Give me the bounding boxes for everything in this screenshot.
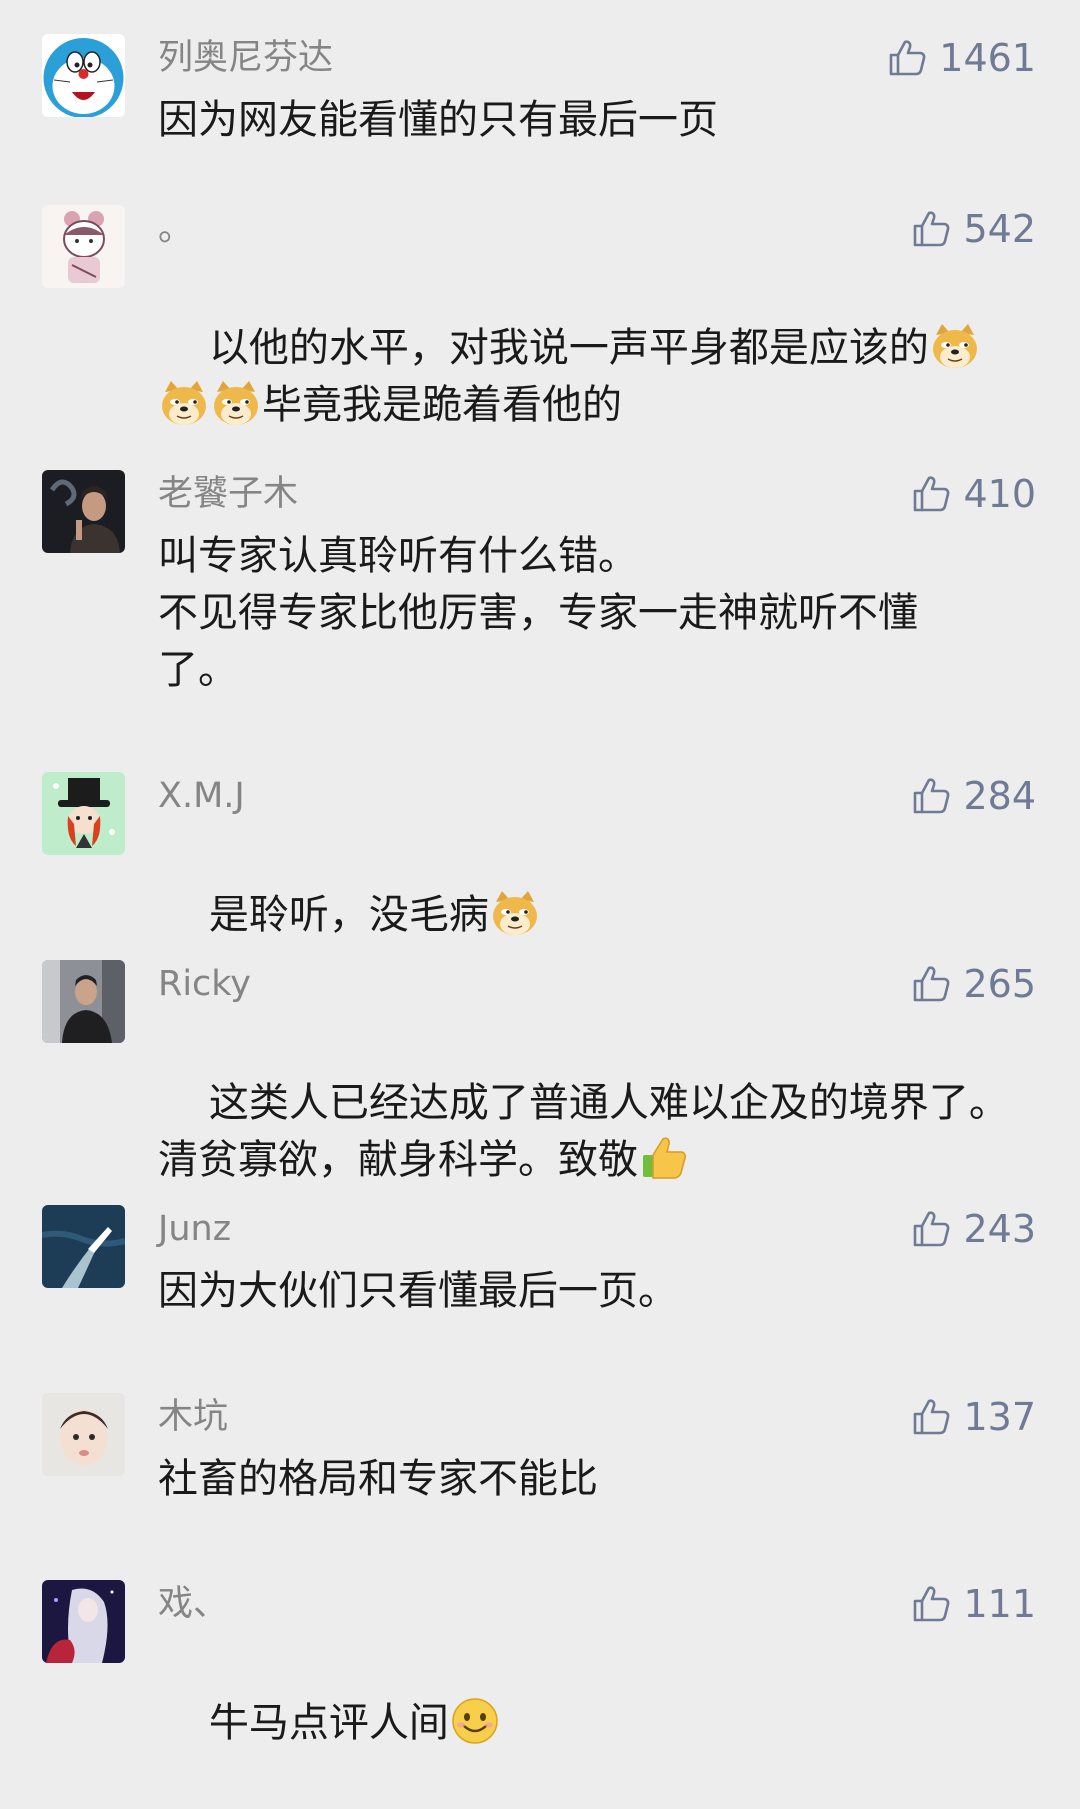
comment-text: 因为大伙们只看懂最后一页。 [158, 1268, 678, 1314]
thumbs-up-emoji [639, 1133, 689, 1183]
doraemon-avatar[interactable] [42, 34, 125, 117]
like-button[interactable]: 265 [911, 960, 1036, 1008]
comment-username[interactable]: 木坑 [158, 1395, 228, 1439]
comment-username[interactable]: 列奥尼芬达 [158, 36, 333, 80]
comment-text: 社畜的格局和专家不能比 [158, 1456, 598, 1502]
comment-username[interactable]: X.M.J [158, 774, 245, 818]
comment-text-line: 毕竟我是跪着看他的 [262, 382, 622, 428]
like-count: 111 [963, 1582, 1036, 1626]
man-photo-avatar[interactable] [42, 960, 125, 1043]
comment-text-line: 以他的水平，对我说一声平身都是应该的 [208, 325, 929, 371]
doge-emoji [159, 378, 209, 428]
boat-avatar[interactable] [42, 1205, 125, 1288]
comment-username[interactable]: Junz [158, 1207, 231, 1251]
thumbs-up-icon [911, 1584, 951, 1624]
comment-text: 是聆听，没毛病 [158, 830, 1038, 1001]
like-count: 265 [963, 962, 1036, 1006]
comment-text: 这类人已经达成了普通人难以企及的境界了。清贫寡欲，献身科学。致敬 [158, 1018, 1038, 1246]
smoking-man-avatar[interactable] [42, 470, 125, 553]
like-button[interactable]: 243 [911, 1205, 1036, 1253]
thumbs-up-icon [887, 38, 927, 78]
like-count: 284 [963, 774, 1036, 818]
like-button[interactable]: 410 [911, 470, 1036, 518]
thumbs-up-icon [911, 474, 951, 514]
doge-emoji [490, 888, 540, 938]
comment-username[interactable]: Ricky [158, 962, 251, 1006]
like-count: 542 [963, 207, 1036, 251]
cartoon-girl-avatar[interactable] [42, 205, 125, 288]
comment-text-line: 牛马点评人间 [208, 1700, 449, 1746]
comment-text-line: 是聆听，没毛病 [208, 892, 489, 938]
thumbs-up-icon [911, 776, 951, 816]
like-button[interactable]: 111 [911, 1580, 1036, 1628]
thumbs-up-icon [911, 209, 951, 249]
comment-username[interactable]: 戏、 [158, 1582, 228, 1626]
like-count: 137 [963, 1395, 1036, 1439]
doge-emoji [211, 378, 261, 428]
comment-text-line: 这类人已经达成了普通人难以企及的境界了。 [208, 1080, 1009, 1126]
top-hat-avatar[interactable] [42, 772, 125, 855]
like-button[interactable]: 1461 [887, 34, 1036, 82]
like-button[interactable]: 542 [911, 205, 1036, 253]
comment-text-line: 清贫寡欲，献身科学。致敬 [158, 1137, 638, 1183]
comment-username[interactable]: 老饕子木 [158, 472, 298, 516]
comment-username[interactable]: 。 [158, 207, 193, 251]
comment-text: 牛马点评人间 [158, 1638, 1038, 1809]
thumbs-up-icon [911, 1209, 951, 1249]
anime-girl-avatar[interactable] [42, 1580, 125, 1663]
comment-text: 叫专家认真聆听有什么错。 不见得专家比他厉害，专家一走神就听不懂 了。 [158, 533, 918, 693]
like-count: 243 [963, 1207, 1036, 1251]
like-count: 410 [963, 472, 1036, 516]
comment-text: 以他的水平，对我说一声平身都是应该的毕竟我是跪着看他的 [158, 263, 1038, 491]
like-count: 1461 [939, 36, 1036, 80]
baby-avatar[interactable] [42, 1393, 125, 1476]
comment-text: 因为网友能看懂的只有最后一页 [158, 97, 718, 143]
like-button[interactable]: 284 [911, 772, 1036, 820]
like-button[interactable]: 137 [911, 1393, 1036, 1441]
doge-emoji [930, 321, 980, 371]
smile-emoji [450, 1696, 500, 1746]
thumbs-up-icon [911, 964, 951, 1004]
thumbs-up-icon [911, 1397, 951, 1437]
